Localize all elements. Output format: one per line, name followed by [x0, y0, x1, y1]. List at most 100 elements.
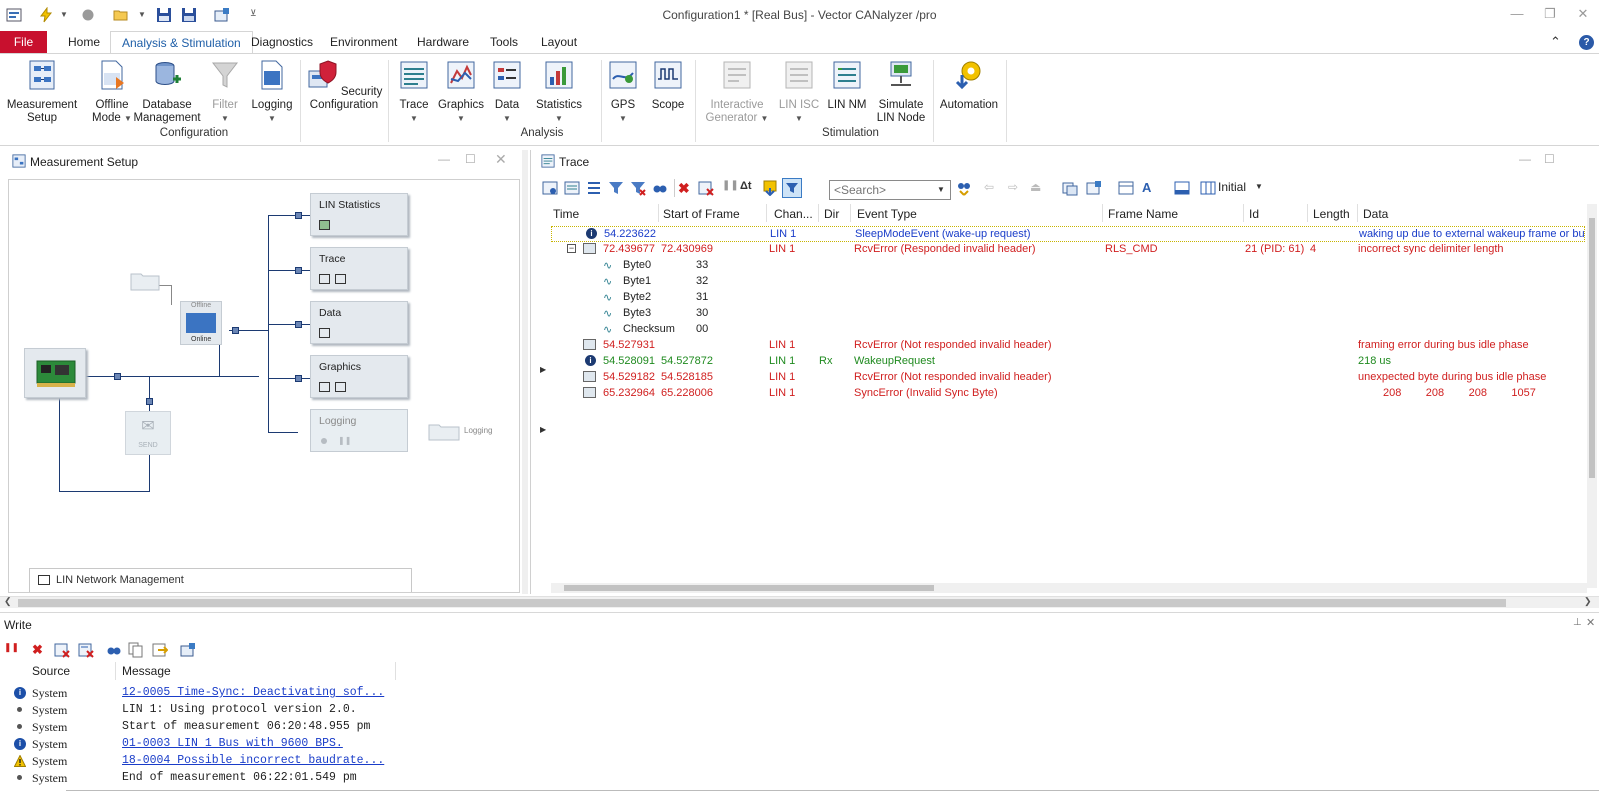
database-management-button[interactable]: Database Management: [132, 59, 202, 125]
chevron-down-icon[interactable]: ▼: [1255, 182, 1263, 191]
workspace-horizontal-scrollbar[interactable]: ❮ ❯: [0, 596, 1599, 608]
tab-diagnostics[interactable]: Diagnostics: [240, 31, 324, 53]
write-row[interactable]: System Start of measurement 06:20:48.955…: [0, 719, 700, 736]
font-size-icon[interactable]: A: [1142, 180, 1158, 196]
tab-file[interactable]: File: [0, 31, 47, 53]
signal-row[interactable]: ∿ Byte2 31: [551, 290, 1585, 306]
search-next-icon[interactable]: [956, 180, 972, 196]
tab-environment[interactable]: Environment: [319, 31, 408, 53]
column-separator[interactable]: [766, 204, 767, 222]
time-mode-icon[interactable]: Δt: [740, 180, 756, 196]
column-header-time[interactable]: Time: [553, 207, 579, 221]
automation-button[interactable]: Automation: [937, 59, 1001, 112]
collapse-ribbon-icon[interactable]: ⌃: [1550, 34, 1561, 50]
lin-network-management-window[interactable]: LIN Network Management: [29, 568, 412, 592]
logging-button[interactable]: Logging ▼: [249, 59, 295, 125]
column-separator[interactable]: [115, 662, 116, 680]
minimize-icon[interactable]: —: [1519, 152, 1531, 166]
signal-row[interactable]: ∿ Byte0 33: [551, 258, 1585, 274]
scrollbar-thumb[interactable]: [18, 599, 1506, 607]
find-icon[interactable]: [652, 180, 668, 196]
close-icon[interactable]: ✕: [495, 151, 507, 168]
node[interactable]: [295, 321, 302, 328]
collapse-icon[interactable]: −: [567, 244, 576, 253]
tab-analysis-stimulation[interactable]: Analysis & Stimulation: [110, 31, 253, 53]
write-row[interactable]: i System 01-0003 LIN 1 Bus with 9600 BPS…: [0, 736, 700, 753]
tab-tools[interactable]: Tools: [479, 31, 529, 53]
node[interactable]: [232, 327, 239, 334]
column-header-length[interactable]: Length: [1313, 207, 1350, 221]
trace-row[interactable]: 54.527931 LIN 1 RcvError (Not responded …: [551, 338, 1585, 354]
column-separator[interactable]: [850, 204, 851, 222]
close-icon[interactable]: ✕: [1573, 6, 1593, 24]
clear-all-icon[interactable]: [78, 642, 94, 658]
trace-button[interactable]: Trace ▼: [394, 59, 434, 125]
trace-row[interactable]: 54.529182 54.528185 LIN 1 RcvError (Not …: [551, 370, 1585, 386]
arrow-right-icon[interactable]: ⇨: [1008, 180, 1024, 196]
lin-isc-button[interactable]: LIN ISC ▼: [778, 59, 820, 125]
filter-button[interactable]: Filter ▼: [206, 59, 244, 125]
hardware-interface-block[interactable]: [24, 348, 86, 398]
write-row[interactable]: System LIN 1: Using protocol version 2.0…: [0, 702, 700, 719]
restore-icon[interactable]: ❐: [1540, 6, 1560, 24]
export-icon[interactable]: [1086, 180, 1102, 196]
minimize-icon[interactable]: —: [1507, 6, 1527, 24]
column-header-dir[interactable]: Dir: [824, 207, 839, 221]
scroll-lock-icon[interactable]: [762, 180, 778, 196]
trace-row[interactable]: 65.232964 65.228006 LIN 1 SyncError (Inv…: [551, 386, 1585, 402]
scrollbar-thumb[interactable]: [1589, 218, 1595, 478]
graphics-block[interactable]: Graphics: [310, 355, 408, 398]
trace-search-input[interactable]: [829, 180, 951, 200]
layout-icon[interactable]: [1174, 180, 1190, 196]
node[interactable]: [295, 267, 302, 274]
help-icon[interactable]: ?: [1579, 35, 1594, 50]
tab-layout[interactable]: Layout: [530, 31, 588, 53]
marker-icon[interactable]: ⏏: [1030, 180, 1046, 196]
trace-row[interactable]: i 54.528091 54.527872 LIN 1 Rx WakeupReq…: [551, 354, 1585, 370]
lin-statistics-block[interactable]: LIN Statistics: [310, 193, 408, 236]
trace-vertical-scrollbar[interactable]: [1587, 204, 1597, 588]
column-separator[interactable]: [1307, 204, 1308, 222]
column-separator[interactable]: [818, 204, 819, 222]
scope-button[interactable]: Scope: [648, 59, 688, 112]
maximize-icon[interactable]: ☐: [465, 152, 476, 166]
security-configuration-button[interactable]: Security Configuration: [304, 59, 384, 112]
column-header-data[interactable]: Data: [1363, 207, 1388, 221]
copy-window-icon[interactable]: [1062, 180, 1078, 196]
scroll-left-icon[interactable]: ❮: [4, 596, 12, 607]
tab-home[interactable]: Home: [57, 31, 111, 53]
measurement-setup-button[interactable]: Measurement Setup: [4, 59, 80, 125]
lin-nm-button[interactable]: LIN NM: [825, 59, 869, 112]
filter-add-icon[interactable]: [608, 180, 624, 196]
detail-view-icon[interactable]: [542, 180, 558, 196]
trace-horizontal-scrollbar[interactable]: [551, 583, 1587, 593]
column-header-frame-name[interactable]: Frame Name: [1108, 207, 1178, 221]
pause-icon[interactable]: ❚❚: [4, 642, 20, 658]
close-icon[interactable]: ✕: [1586, 616, 1595, 629]
statistics-button[interactable]: Statistics ▼: [534, 59, 584, 125]
column-header-message[interactable]: Message: [122, 664, 171, 678]
delete-icon[interactable]: ✖: [32, 642, 48, 658]
trace-row[interactable]: i 54.223622 LIN 1 SleepModeEvent (wake-u…: [551, 226, 1585, 242]
find-icon[interactable]: [106, 642, 122, 658]
tab-hardware[interactable]: Hardware: [406, 31, 480, 53]
graphics-button[interactable]: Graphics ▼: [437, 59, 485, 125]
logging-file-icon[interactable]: [427, 420, 461, 442]
arrow-left-icon[interactable]: ⇦: [984, 180, 1000, 196]
column-separator[interactable]: [395, 662, 396, 680]
column-layout-icon[interactable]: [1200, 180, 1216, 196]
package-icon[interactable]: [180, 642, 196, 658]
splitter-arrow-icon[interactable]: ▶: [540, 365, 546, 374]
column-separator[interactable]: [1102, 204, 1103, 222]
offline-online-switch[interactable]: Offline Online: [180, 301, 222, 345]
columns-icon[interactable]: [1118, 180, 1134, 196]
data-button[interactable]: Data ▼: [490, 59, 524, 125]
chronological-view-icon[interactable]: [564, 180, 580, 196]
clear-icon[interactable]: [54, 642, 70, 658]
scrollbar-thumb[interactable]: [564, 585, 934, 591]
clear-icon[interactable]: [698, 180, 714, 196]
node[interactable]: [146, 398, 153, 405]
logging-block[interactable]: Logging ❚❚: [310, 409, 408, 452]
filter-active-icon[interactable]: [782, 178, 802, 198]
column-header-id[interactable]: Id: [1249, 207, 1259, 221]
